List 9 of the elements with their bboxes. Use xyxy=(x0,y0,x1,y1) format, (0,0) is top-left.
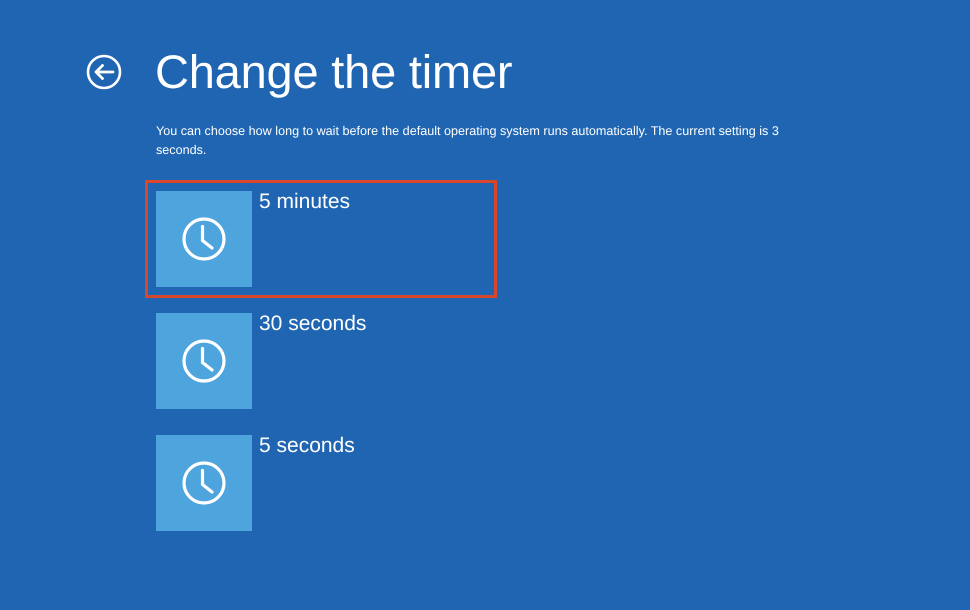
clock-icon xyxy=(182,217,226,261)
timer-option[interactable]: 5 minutes xyxy=(156,191,486,287)
timer-option[interactable]: 30 seconds xyxy=(156,313,486,409)
description-text: You can choose how long to wait before the default operating system runs automatically. The current setting is 3 seconds. xyxy=(156,123,780,159)
page-title: Change the timer xyxy=(155,44,512,100)
back-button[interactable] xyxy=(86,54,122,90)
clock-icon xyxy=(182,339,226,383)
timer-option[interactable]: 5 seconds xyxy=(156,435,486,531)
clock-icon xyxy=(182,461,226,505)
